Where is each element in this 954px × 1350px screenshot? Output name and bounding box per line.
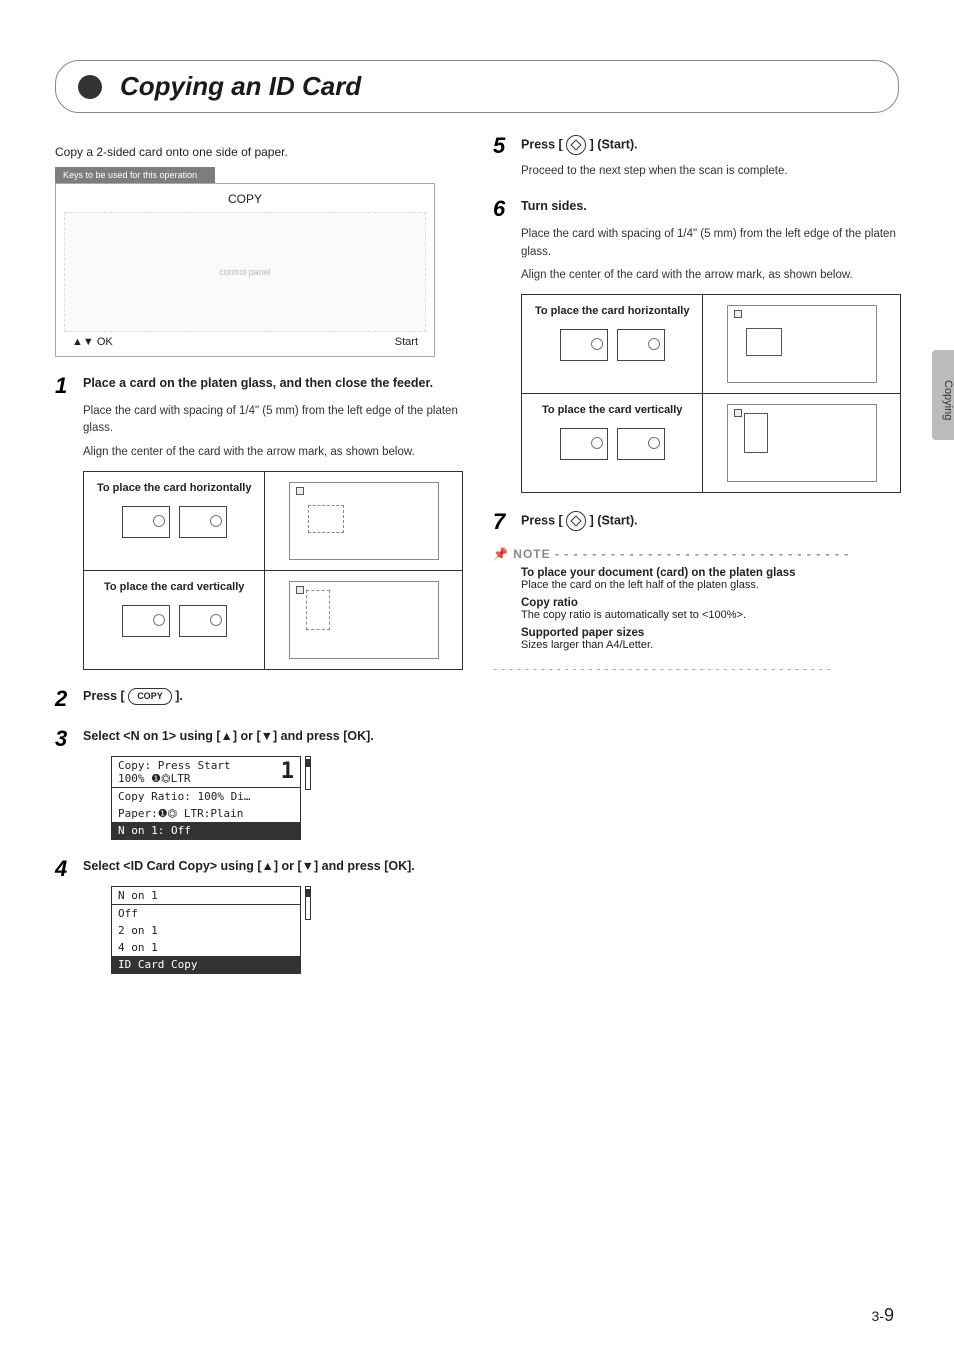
lcd-line: Copy Ratio: 100% Di… <box>112 788 300 805</box>
note-content: To place your document (card) on the pla… <box>521 567 901 651</box>
step-6-body-1: Place the card with spacing of 1/4" (5 m… <box>521 226 901 261</box>
id-card-icon <box>617 329 665 361</box>
section-title: Copying an ID Card <box>120 71 361 102</box>
lcd-menu-copy: Copy: Press Start 100% ❶⏣LTR 1 Copy Rati… <box>111 756 301 840</box>
step-3-heading: Select <N on 1> using [▲] or [▼] and pre… <box>83 728 374 750</box>
step-number: 6 <box>493 198 511 220</box>
panel-footer-nav: ▲▼ OK <box>72 336 113 348</box>
step-1-body-1: Place the card with spacing of 1/4" (5 m… <box>83 403 463 438</box>
card-placement-table-right: To place the card horizontally <box>521 294 901 493</box>
id-card-icon <box>122 605 170 637</box>
note-label: 📌 NOTE - - - - - - - - - - - - - - - - -… <box>493 547 901 561</box>
keys-banner: Keys to be used for this operation <box>55 167 215 183</box>
step-number: 1 <box>55 375 73 397</box>
start-button-icon[interactable] <box>566 511 586 531</box>
platen-figure <box>727 404 877 482</box>
scroll-indicator-icon <box>305 886 311 920</box>
side-tab: Copying <box>932 350 954 440</box>
id-card-icon <box>179 605 227 637</box>
control-panel-image: control panel <box>64 212 426 332</box>
step-number: 7 <box>493 511 511 533</box>
lcd-line: 100% ❶⏣LTR <box>118 772 231 785</box>
step-4-heading: Select <ID Card Copy> using [▲] or [▼] a… <box>83 858 415 880</box>
step-6-body-2: Align the center of the card with the ar… <box>521 267 901 284</box>
note-t1: Place the card on the left half of the p… <box>521 579 759 591</box>
scroll-indicator-icon <box>305 756 311 790</box>
note-t3: Sizes larger than A4/Letter. <box>521 639 653 651</box>
start-button-icon[interactable] <box>566 135 586 155</box>
platen-figure <box>289 581 439 659</box>
lcd-title: N on 1 <box>112 887 300 905</box>
step-5-heading: Press [ ] (Start). <box>521 135 638 157</box>
copy-key[interactable]: COPY <box>128 688 172 705</box>
row-label-horizontal: To place the card horizontally <box>94 482 254 494</box>
lcd-option: Off <box>112 905 300 922</box>
row-label-horizontal: To place the card horizontally <box>532 305 692 317</box>
id-card-icon <box>179 506 227 538</box>
section-title-bar: Copying an ID Card <box>55 60 899 113</box>
step-number: 4 <box>55 858 73 880</box>
bullet-icon <box>78 75 102 99</box>
step-1-body-2: Align the center of the card with the ar… <box>83 444 463 461</box>
note-h3: Supported paper sizes <box>521 627 901 639</box>
control-panel-figure: COPY control panel ▲▼ OK Start <box>55 183 435 357</box>
note-end-rule: - - - - - - - - - - - - - - - - - - - - … <box>493 661 901 676</box>
page-number: 3-9 <box>872 1305 894 1326</box>
step-1-heading: Place a card on the platen glass, and th… <box>83 375 433 397</box>
lcd-option: 2 on 1 <box>112 922 300 939</box>
card-placement-table-left: To place the card horizontally <box>83 471 463 670</box>
lcd-copies-count: 1 <box>281 759 294 785</box>
lcd-option: 4 on 1 <box>112 939 300 956</box>
panel-display-label: COPY <box>64 192 426 206</box>
lcd-option-selected: ID Card Copy <box>112 956 300 973</box>
step-number: 3 <box>55 728 73 750</box>
lcd-menu-n-on-1: N on 1 Off 2 on 1 4 on 1 ID Card Copy <box>111 886 301 974</box>
platen-figure <box>727 305 877 383</box>
note-t2: The copy ratio is automatically set to <… <box>521 609 746 621</box>
lcd-line-selected: N on 1: Off <box>112 822 300 839</box>
step-7-heading: Press [ ] (Start). <box>521 511 638 533</box>
id-card-icon <box>122 506 170 538</box>
id-card-icon <box>560 428 608 460</box>
step-number: 2 <box>55 688 73 710</box>
note-h2: Copy ratio <box>521 597 901 609</box>
lcd-line: Paper:❶⏣ LTR:Plain <box>112 805 300 822</box>
intro-text: Copy a 2-sided card onto one side of pap… <box>55 145 463 159</box>
id-card-icon <box>617 428 665 460</box>
step-2-heading: Press [ COPY ]. <box>83 688 183 710</box>
lcd-line: Copy: Press Start <box>118 759 231 772</box>
step-5-body: Proceed to the next step when the scan i… <box>521 163 901 180</box>
row-label-vertical: To place the card vertically <box>532 404 692 416</box>
row-label-vertical: To place the card vertically <box>94 581 254 593</box>
id-card-icon <box>560 329 608 361</box>
platen-figure <box>289 482 439 560</box>
note-h1: To place your document (card) on the pla… <box>521 567 901 579</box>
step-6-heading: Turn sides. <box>521 198 587 220</box>
step-number: 5 <box>493 135 511 157</box>
panel-footer-start: Start <box>395 336 418 348</box>
